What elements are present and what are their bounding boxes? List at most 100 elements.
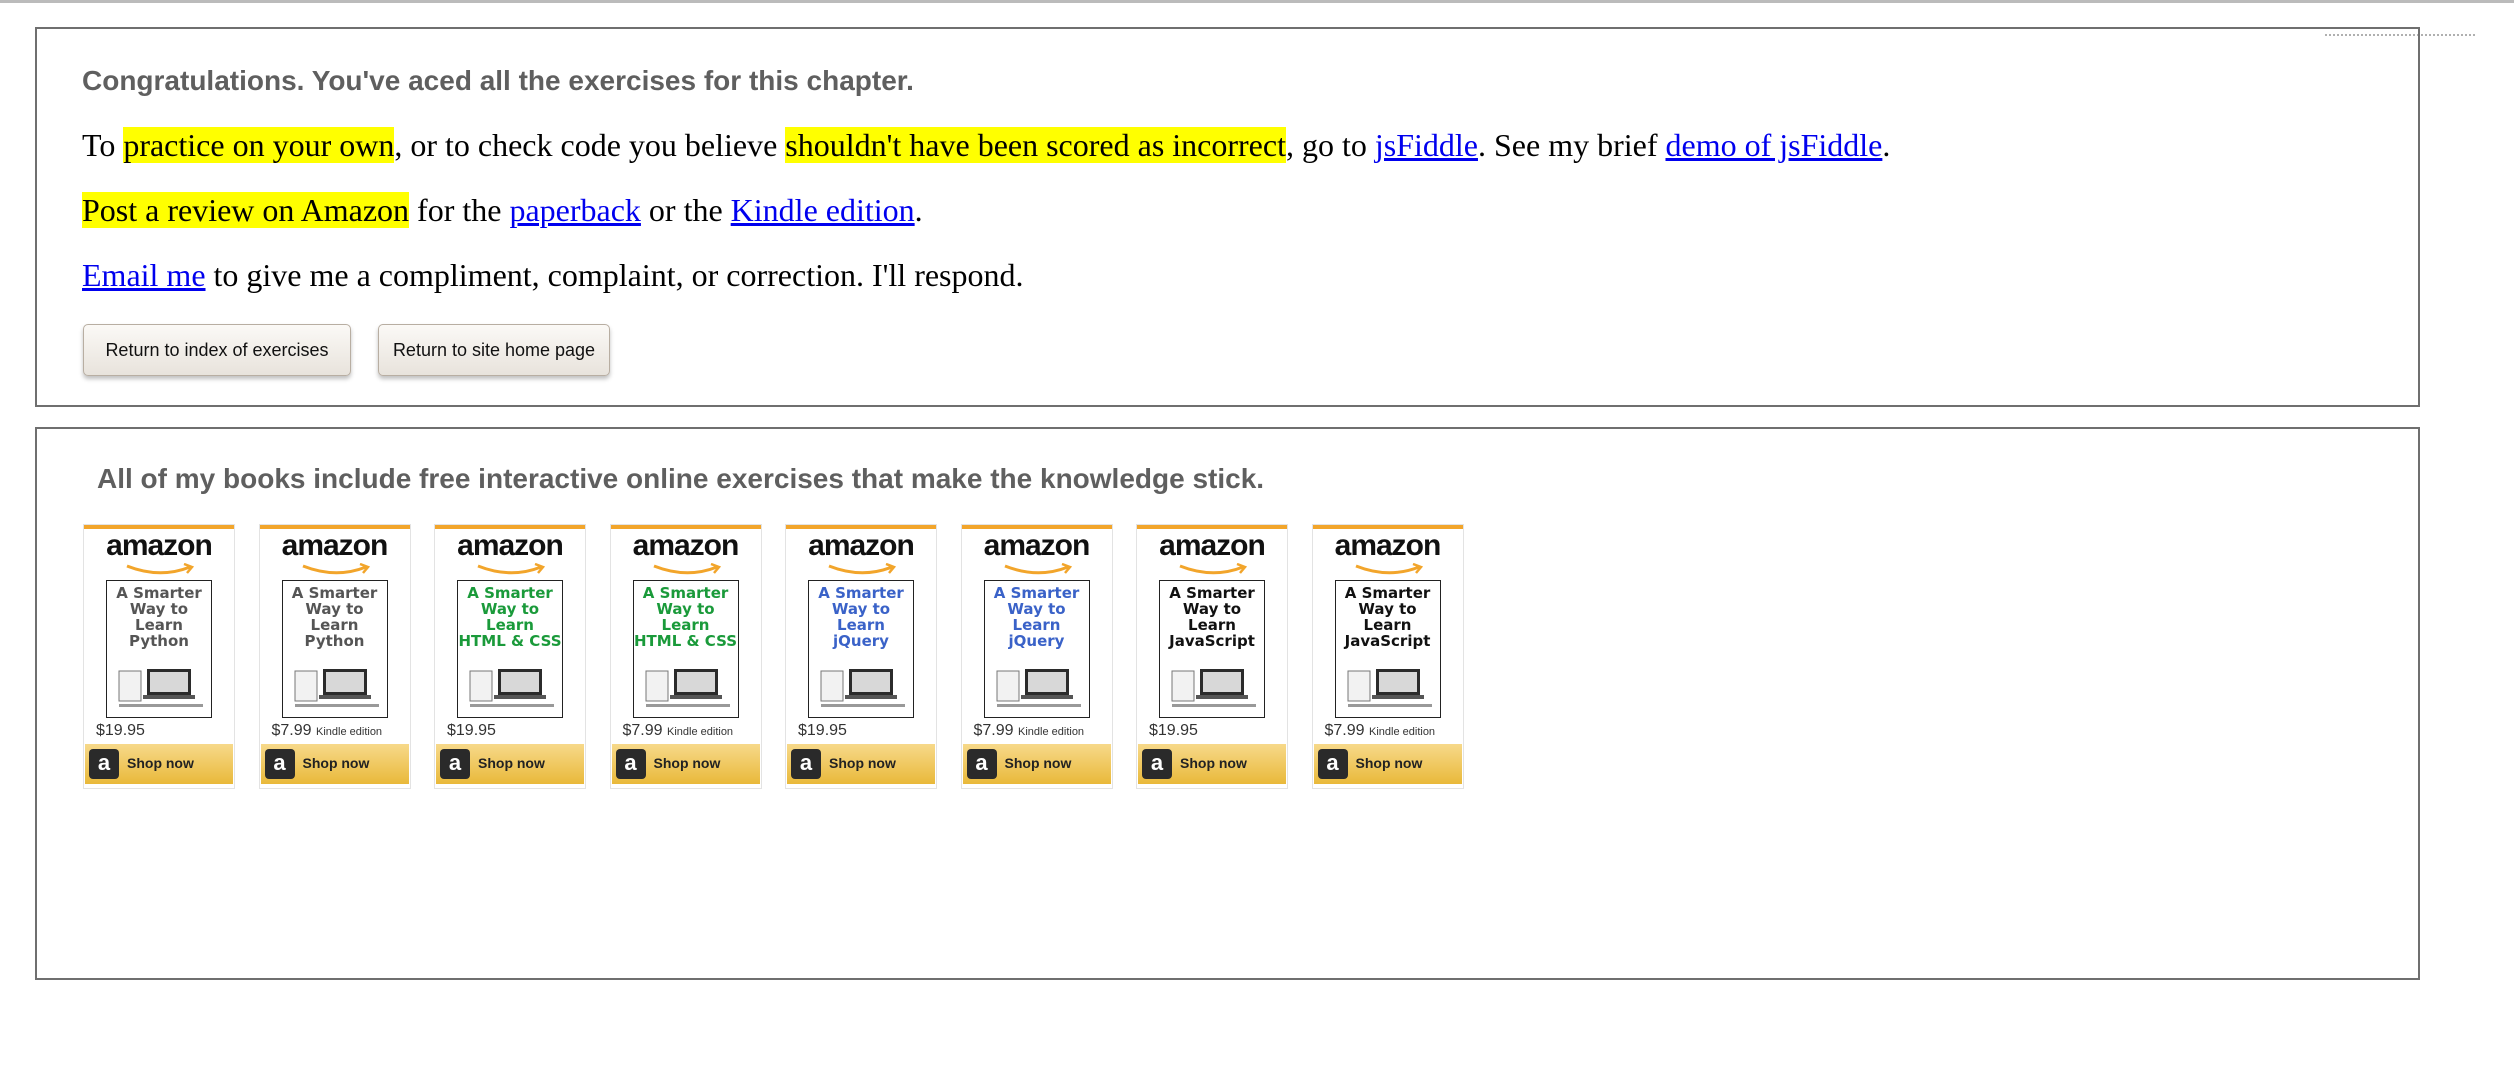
- book-price: $7.99 Kindle edition: [974, 722, 1085, 740]
- shop-now-button[interactable]: a Shop now: [85, 744, 233, 784]
- cover-title-line: A Smarter: [993, 584, 1080, 602]
- amazon-logo: amazon: [632, 529, 740, 562]
- cover-title: A Smarter Way to Learn JavaScript: [1160, 585, 1264, 649]
- text: to give me a compliment, complaint, or c…: [205, 257, 1024, 293]
- cover-title-line: Learn: [135, 616, 183, 634]
- shop-now-label: Shop now: [829, 755, 896, 771]
- amazon-logo: amazon: [457, 529, 564, 562]
- cover-title-line: HTML & CSS: [458, 632, 562, 650]
- cover-title-line: Learn: [486, 616, 534, 634]
- cover-title-line: JavaScript: [1344, 632, 1431, 650]
- cover-title: A Smarter Way to Learn JavaScript: [1336, 585, 1440, 649]
- shop-now-label: Shop now: [1355, 755, 1423, 771]
- return-to-home-button[interactable]: Return to site home page: [378, 324, 610, 376]
- cover-title-line: A Smarter: [642, 584, 729, 602]
- book-price: $7.99 Kindle edition: [272, 722, 383, 740]
- top-divider: [0, 0, 2514, 3]
- price-value: $19.95: [447, 722, 496, 739]
- shop-now-button[interactable]: a Shop now: [1313, 744, 1462, 784]
- amazon-smile-icon: [126, 563, 195, 575]
- cover-title-line: Way to: [129, 600, 189, 618]
- jsfiddle-link[interactable]: jsFiddle: [1375, 127, 1478, 163]
- amazon-logo: amazon: [1334, 529, 1442, 562]
- text: . See my brief: [1477, 127, 1666, 163]
- cover-title-line: JavaScript: [1169, 632, 1255, 650]
- shop-now-label: Shop now: [1004, 755, 1072, 771]
- review-paragraph: Post a review on Amazon for the paperbac…: [82, 191, 923, 229]
- highlight-incorrect: shouldn't have been scored as incorrect: [785, 127, 1286, 163]
- price-value: $7.99: [271, 722, 312, 739]
- cover-title: A Smarter Way to Learn jQuery: [985, 585, 1089, 649]
- highlight-review: Post a review on Amazon: [82, 192, 410, 228]
- kindle-edition-link[interactable]: Kindle edition: [731, 192, 915, 228]
- price-value: $19.95: [96, 722, 145, 739]
- edition-label: Kindle edition: [667, 726, 734, 738]
- cover-title-line: A Smarter: [291, 584, 378, 602]
- shop-now-label: Shop now: [1180, 755, 1247, 771]
- price-value: $7.99: [1324, 722, 1365, 739]
- text: .: [1882, 127, 1891, 163]
- price-value: $7.99: [973, 722, 1014, 739]
- amazon-smile-icon: [477, 563, 546, 575]
- book-price: $7.99 Kindle edition: [623, 722, 734, 740]
- shop-now-button[interactable]: a Shop now: [611, 744, 760, 784]
- cover-title-line: A Smarter: [467, 584, 553, 602]
- cover-title: A Smarter Way to Learn HTML & CSS: [458, 585, 562, 649]
- amazon-a-icon: a: [615, 749, 646, 779]
- amazon-smile-icon: [1003, 563, 1072, 575]
- cover-title-line: Python: [304, 632, 365, 650]
- cover-title-line: Way to: [480, 600, 540, 618]
- email-me-link[interactable]: Email me: [82, 257, 206, 293]
- shop-now-button[interactable]: a Shop now: [962, 744, 1111, 784]
- amazon-smile-icon: [301, 563, 370, 575]
- book-ad-card[interactable]: amazon A Smarter Way to Learn JavaScript $7.9…: [1311, 524, 1464, 789]
- amazon-logo: amazon: [1159, 529, 1266, 562]
- shop-now-button[interactable]: a Shop now: [787, 744, 935, 784]
- edition-label: Kindle edition: [1018, 726, 1085, 738]
- amazon-a-icon: a: [440, 749, 470, 779]
- cover-title-line: A Smarter: [1169, 584, 1255, 602]
- return-to-index-button[interactable]: Return to index of exercises: [83, 324, 351, 376]
- book-ad-card[interactable]: amazon A Smarter Way to Learn Python $7.99 Ki…: [258, 524, 411, 789]
- edition-label: Kindle edition: [1369, 726, 1436, 738]
- price-value: $7.99: [622, 722, 663, 739]
- shop-now-label: Shop now: [653, 755, 721, 771]
- cover-title-line: A Smarter: [818, 584, 904, 602]
- book-cover: A Smarter Way to Learn JavaScript: [1159, 580, 1265, 718]
- devices-illustration-icon: [996, 669, 1081, 707]
- cover-title: A Smarter Way to Learn Python: [283, 585, 387, 649]
- amazon-smile-icon: [652, 563, 721, 575]
- cover-title-line: Learn: [661, 616, 710, 634]
- paperback-link[interactable]: paperback: [509, 192, 640, 228]
- book-ad-card[interactable]: amazon A Smarter Way to Learn HTML & CSS $19.…: [434, 524, 586, 789]
- email-paragraph: Email me to give me a compliment, compla…: [82, 256, 1024, 294]
- price-value: $19.95: [798, 722, 847, 739]
- book-ad-card[interactable]: amazon A Smarter Way to Learn Python $19.95 a S…: [83, 524, 235, 789]
- shop-now-button[interactable]: a Shop now: [260, 744, 409, 784]
- completion-panel: Congratulations. You've aced all the exe…: [35, 27, 2420, 407]
- book-cover: A Smarter Way to Learn HTML & CSS: [457, 580, 563, 718]
- text: , go to: [1285, 127, 1375, 163]
- amazon-a-icon: a: [966, 749, 997, 779]
- book-ad-card[interactable]: amazon A Smarter Way to Learn JavaScript $19.…: [1136, 524, 1288, 789]
- devices-illustration-icon: [1171, 669, 1256, 707]
- shop-now-label: Shop now: [127, 755, 194, 771]
- book-ad-card[interactable]: amazon A Smarter Way to Learn jQuery $19.95 a S…: [785, 524, 937, 789]
- amazon-logo: amazon: [106, 529, 213, 562]
- amazon-smile-icon: [1354, 563, 1423, 575]
- text: or the: [640, 192, 731, 228]
- amazon-logo: amazon: [983, 529, 1091, 562]
- book-cover: A Smarter Way to Learn Python: [106, 580, 212, 718]
- shop-now-button[interactable]: a Shop now: [436, 744, 584, 784]
- book-ad-card[interactable]: amazon A Smarter Way to Learn HTML & CSS $7.9…: [609, 524, 762, 789]
- devices-illustration-icon: [1347, 669, 1432, 707]
- text: .: [914, 192, 923, 228]
- highlight-practice: practice on your own: [123, 127, 395, 163]
- amazon-a-icon: a: [89, 749, 119, 779]
- book-cover: A Smarter Way to Learn jQuery: [808, 580, 914, 718]
- cover-title-line: jQuery: [1008, 632, 1065, 650]
- jsfiddle-demo-link[interactable]: demo of jsFiddle: [1665, 127, 1882, 163]
- shop-now-button[interactable]: a Shop now: [1138, 744, 1286, 784]
- book-ad-card[interactable]: amazon A Smarter Way to Learn jQuery $7.99 Ki…: [960, 524, 1113, 789]
- devices-illustration-icon: [294, 669, 379, 707]
